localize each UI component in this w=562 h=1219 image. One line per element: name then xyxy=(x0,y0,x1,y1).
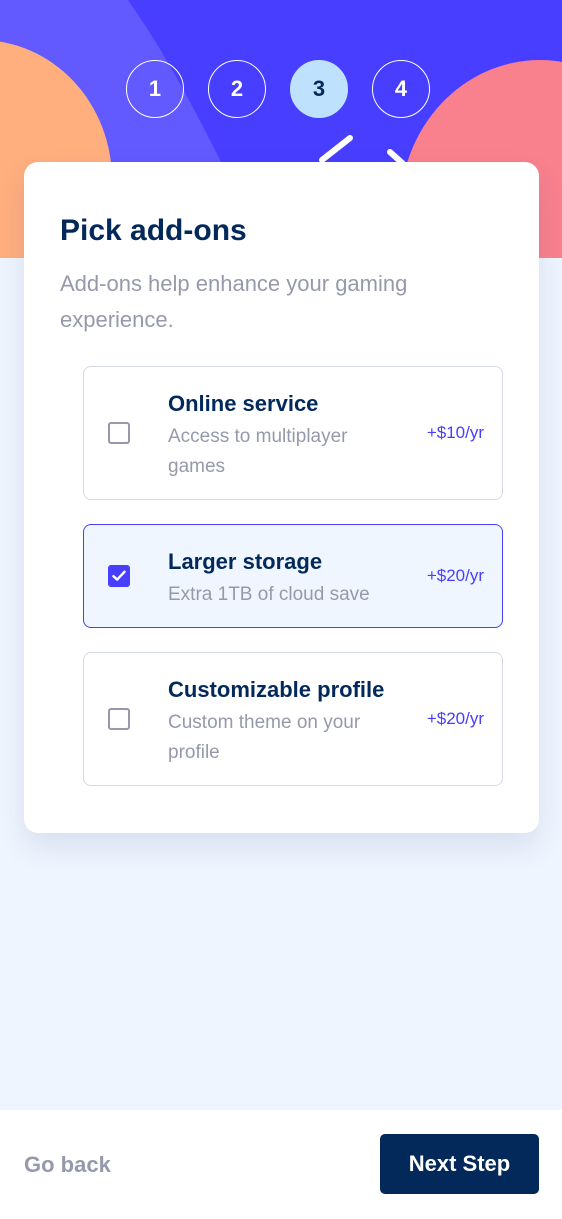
step-indicator: 1 2 3 4 xyxy=(126,60,430,118)
checkbox-customizable-profile[interactable] xyxy=(108,708,130,730)
addon-description: Custom theme on your profile xyxy=(168,712,361,763)
footer-bar: Go back Next Step xyxy=(0,1110,562,1219)
addon-name: Online service xyxy=(168,391,319,416)
checkbox-larger-storage[interactable] xyxy=(108,565,130,587)
checkmark-icon xyxy=(112,570,126,581)
addons-card: Pick add-ons Add-ons help enhance your g… xyxy=(24,162,539,833)
step-4: 4 xyxy=(372,60,430,118)
checkbox-online-service[interactable] xyxy=(108,422,130,444)
addon-price: +$10/yr xyxy=(426,423,484,442)
addon-price: +$20/yr xyxy=(426,566,484,585)
step-1: 1 xyxy=(126,60,184,118)
go-back-button[interactable]: Go back xyxy=(24,1152,111,1178)
step-3-active: 3 xyxy=(290,60,348,118)
addon-online-service[interactable]: Online service Access to multiplayer gam… xyxy=(83,366,503,500)
addon-name: Larger storage xyxy=(168,549,323,574)
addon-description: Extra 1TB of cloud save xyxy=(168,584,370,605)
page-description: Add-ons help enhance your gaming experie… xyxy=(60,271,408,332)
addon-customizable-profile[interactable]: Customizable profile Custom theme on you… xyxy=(83,652,503,786)
page-title: Pick add-ons xyxy=(60,214,247,247)
addon-description: Access to multiplayer games xyxy=(168,426,348,477)
next-step-button[interactable]: Next Step xyxy=(380,1134,539,1194)
addon-name: Customizable profile xyxy=(168,677,385,702)
addon-larger-storage[interactable]: Larger storage Extra 1TB of cloud save +… xyxy=(83,524,503,628)
step-2: 2 xyxy=(208,60,266,118)
addon-price: +$20/yr xyxy=(426,709,484,728)
